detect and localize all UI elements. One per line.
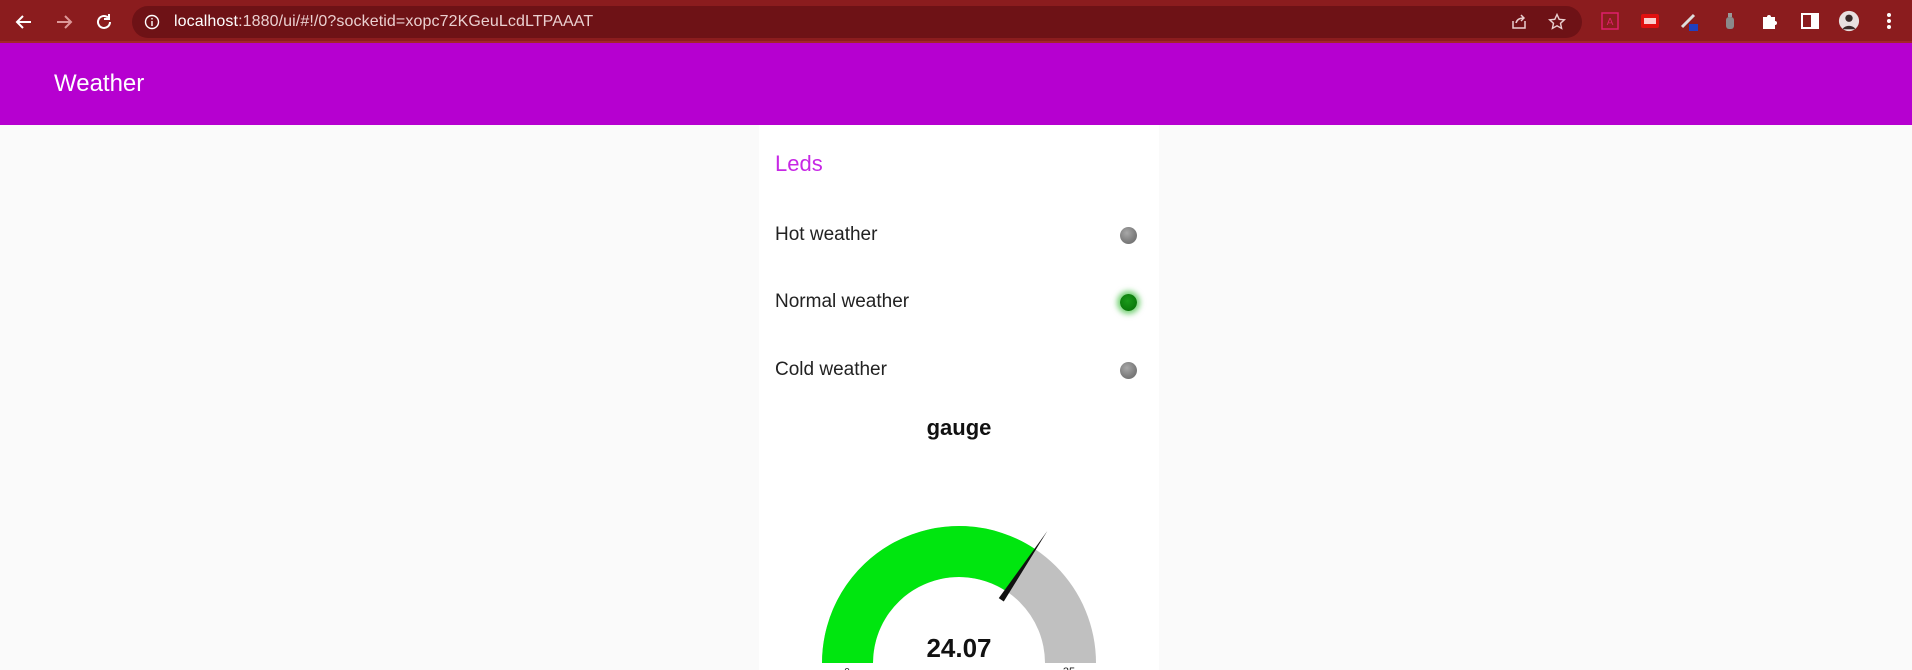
group-title: Leds (775, 151, 823, 176)
led-label: Cold weather (775, 359, 887, 380)
page-title: Weather (54, 70, 145, 97)
dashboard-group-card: Leds Hot weather Normal weather Cold wea… (759, 125, 1159, 670)
gauge-value: 24.07 (926, 633, 991, 663)
led-label: Normal weather (775, 291, 910, 312)
extension-pdf-icon[interactable]: A (1599, 10, 1621, 32)
forward-button[interactable] (51, 9, 77, 35)
app-toolbar: Weather (0, 43, 1912, 125)
share-icon[interactable] (1510, 13, 1528, 31)
arrow-right-icon (57, 15, 73, 29)
side-panel-icon[interactable] (1799, 10, 1821, 32)
url-host: localhost (174, 13, 239, 30)
extension-pen-icon[interactable] (1679, 10, 1701, 32)
led-row-normal: Normal weather (775, 287, 1145, 317)
extensions-puzzle-icon[interactable] (1759, 10, 1781, 32)
extension-bottle-icon[interactable] (1719, 10, 1741, 32)
led-row-cold: Cold weather (775, 355, 1145, 385)
reload-icon (97, 14, 111, 29)
led-indicator-normal (1120, 294, 1137, 311)
gauge-title: gauge (926, 415, 992, 440)
info-icon[interactable] (144, 14, 160, 30)
back-button[interactable] (11, 9, 37, 35)
gauge: 24.07 units 0 35 (822, 526, 1096, 670)
led-label: Hot weather (775, 224, 878, 245)
arrow-left-icon (15, 15, 31, 29)
gauge-max-label: 35 (1063, 666, 1075, 670)
reload-button[interactable] (91, 9, 117, 35)
extension-screen-recorder-icon[interactable] (1639, 10, 1661, 32)
url-text: localhost:1880/ui/#!/0?socketid=xopc72KG… (174, 13, 593, 31)
star-icon[interactable] (1548, 13, 1566, 31)
address-bar[interactable]: localhost:1880/ui/#!/0?socketid=xopc72KG… (132, 6, 1582, 38)
url-path: :1880/ui/#!/0?socketid=xopc72KGeuLcdLTPA… (238, 13, 594, 30)
more-menu-icon[interactable] (1878, 10, 1900, 32)
led-indicator-cold (1120, 362, 1137, 379)
led-indicator-hot (1120, 227, 1137, 244)
led-row-hot: Hot weather (775, 220, 1145, 250)
profile-avatar[interactable] (1838, 10, 1860, 32)
browser-chrome: localhost:1880/ui/#!/0?socketid=xopc72KG… (0, 0, 1912, 43)
svg-text:A: A (1607, 17, 1614, 28)
